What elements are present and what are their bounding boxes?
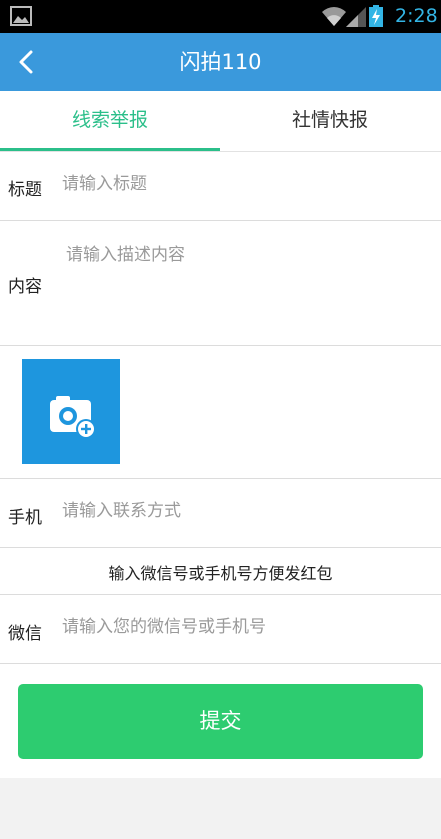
title-bar: 闪拍110 bbox=[0, 33, 441, 91]
tab-bar: 线索举报 社情快报 bbox=[0, 91, 441, 152]
phone-row: 手机 bbox=[0, 479, 441, 548]
report-form: 标题 内容 手机 输入微信号或手机号方便发红包 微信 提交 bbox=[0, 152, 441, 778]
wechat-input[interactable] bbox=[62, 615, 431, 639]
wechat-label: 微信 bbox=[8, 624, 42, 644]
tab-social-report[interactable]: 社情快报 bbox=[220, 91, 440, 151]
content-label: 内容 bbox=[8, 277, 42, 297]
wechat-row: 微信 bbox=[0, 595, 441, 664]
title-row: 标题 bbox=[0, 152, 441, 221]
content-textarea[interactable] bbox=[66, 240, 431, 335]
title-input[interactable] bbox=[62, 172, 431, 196]
battery-charging-icon bbox=[369, 5, 383, 27]
status-time: 2:28 bbox=[395, 5, 438, 27]
back-arrow-icon[interactable] bbox=[14, 49, 40, 75]
red-envelope-notice: 输入微信号或手机号方便发红包 bbox=[108, 564, 333, 583]
add-photo-button[interactable] bbox=[22, 359, 120, 464]
cell-signal-icon bbox=[346, 7, 366, 27]
active-tab-indicator bbox=[0, 148, 220, 151]
phone-label: 手机 bbox=[8, 508, 42, 528]
wifi-icon bbox=[322, 7, 346, 26]
title-label: 标题 bbox=[8, 180, 42, 200]
gallery-notification-icon bbox=[10, 6, 32, 26]
notice-row: 输入微信号或手机号方便发红包 bbox=[0, 548, 441, 595]
content-row: 内容 bbox=[0, 221, 441, 346]
tab-clue-report[interactable]: 线索举报 bbox=[0, 91, 220, 151]
status-bar: 2:28 bbox=[0, 0, 441, 33]
add-camera-icon bbox=[50, 396, 96, 439]
page-title: 闪拍110 bbox=[179, 50, 262, 74]
phone-input[interactable] bbox=[62, 499, 431, 523]
submit-button[interactable]: 提交 bbox=[18, 684, 423, 759]
